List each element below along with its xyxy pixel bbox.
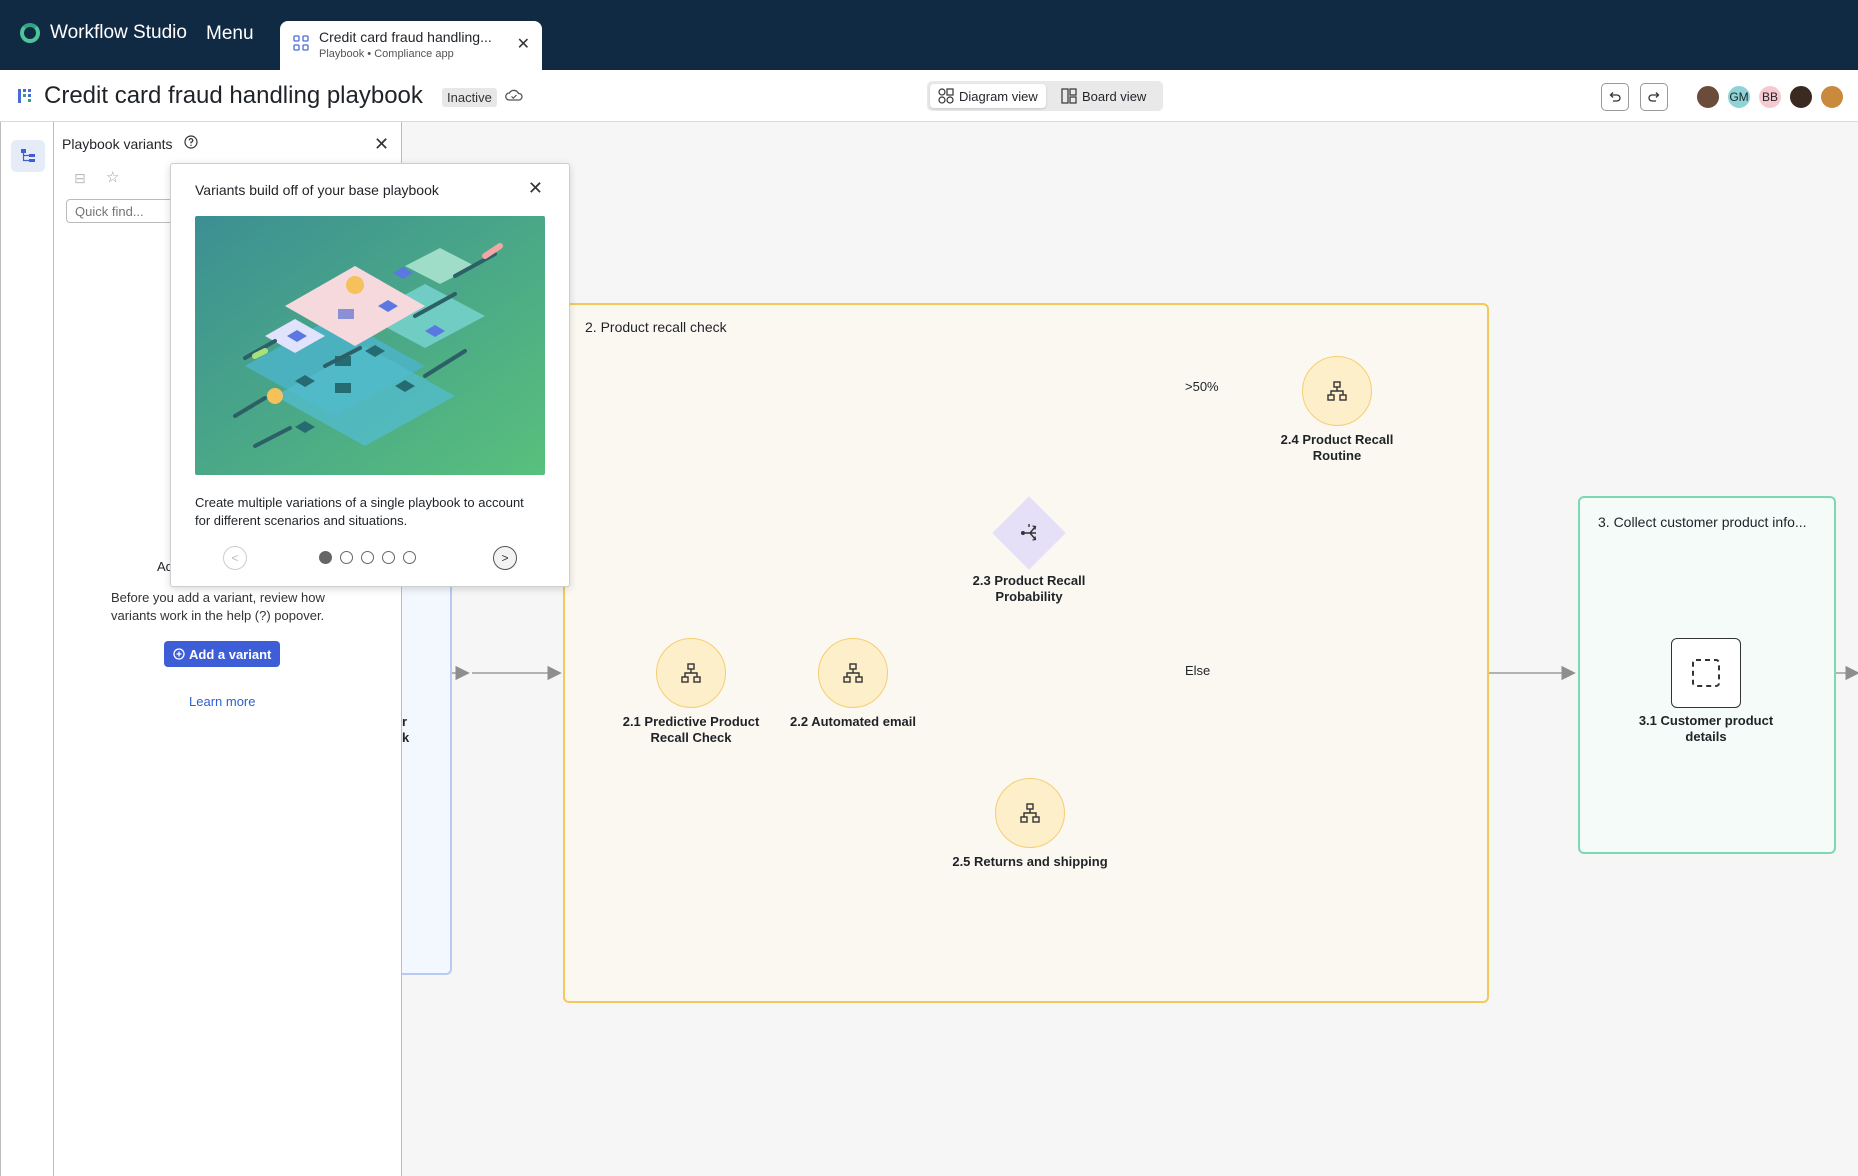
node-2-1-label: 2.1 Predictive Product Recall Check: [622, 714, 760, 745]
close-panel-icon[interactable]: ✕: [374, 134, 389, 155]
diagram-view-icon: [938, 88, 954, 104]
node-2-4-label: 2.4 Product Recall Routine: [1280, 432, 1394, 463]
view-toggle: Diagram view Board view: [927, 81, 1163, 111]
group-previous[interactable]: [402, 522, 452, 975]
subprocess-icon: [843, 663, 863, 683]
avatar[interactable]: BB: [1757, 84, 1783, 110]
empty-state-description: Before you add a variant, review how var…: [111, 590, 325, 623]
add-variant-button[interactable]: Add a variant: [164, 641, 281, 667]
redo-icon: [1648, 92, 1660, 102]
edge-label-high: >50%: [1185, 379, 1219, 394]
node-3-1[interactable]: [1671, 638, 1741, 708]
board-view-button[interactable]: Board view: [1053, 84, 1154, 108]
add-variant-label: Add a variant: [189, 646, 272, 662]
subprocess-icon: [1327, 381, 1347, 401]
star-icon[interactable]: ☆: [106, 168, 119, 186]
undo-button[interactable]: [1601, 83, 1629, 111]
app-brand[interactable]: Workflow Studio: [20, 22, 187, 44]
tab-subtitle: Playbook • Compliance app: [319, 48, 454, 60]
diagram-view-button[interactable]: Diagram view: [930, 84, 1046, 108]
pagination-dot[interactable]: [319, 551, 332, 564]
popover-next-button[interactable]: >: [493, 546, 517, 570]
avatar[interactable]: GM: [1726, 84, 1752, 110]
playbook-tab-icon: [293, 35, 309, 56]
avatar[interactable]: [1695, 84, 1721, 110]
node-2-2[interactable]: [818, 638, 888, 708]
page-title: Credit card fraud handling playbook: [44, 82, 423, 109]
popover-pagination: [319, 551, 416, 564]
variants-rail-button[interactable]: [11, 140, 45, 172]
quick-find-input[interactable]: [66, 199, 186, 223]
redo-button[interactable]: [1640, 83, 1668, 111]
popover-title: Variants build off of your base playbook: [195, 182, 439, 198]
diagram-canvas[interactable]: r k 2. Product recall check 2.1 Predicti…: [402, 122, 1858, 1176]
previous-node-label-2: k: [402, 730, 410, 745]
app-logo-icon: [20, 23, 40, 43]
group-product-recall-label: 2. Product recall check: [585, 319, 727, 335]
tree-icon: [21, 149, 35, 162]
node-2-3-label: 2.3 Product Recall Probability: [972, 573, 1086, 604]
previous-node-label-1: r: [402, 714, 408, 729]
page-header: Credit card fraud handling playbook Inac…: [0, 70, 1858, 122]
group-collect-label: 3. Collect customer product info...: [1598, 514, 1807, 530]
learn-more-link[interactable]: Learn more: [189, 694, 255, 709]
node-2-1[interactable]: [656, 638, 726, 708]
edge-label-else: Else: [1185, 663, 1211, 678]
cloud-sync-icon: [505, 88, 523, 107]
variants-help-popover: Variants build off of your base playbook…: [170, 163, 570, 587]
subprocess-icon: [1020, 803, 1040, 823]
pagination-dot[interactable]: [403, 551, 416, 564]
diagram-view-label: Diagram view: [959, 88, 1038, 104]
node-2-5-label: 2.5 Returns and shipping: [952, 854, 1108, 869]
status-badge: Inactive: [442, 88, 497, 107]
tab-close-icon[interactable]: ✕: [517, 34, 530, 54]
help-icon[interactable]: [184, 135, 198, 154]
subprocess-icon: [681, 663, 701, 683]
hierarchy-icon[interactable]: ⊟: [74, 170, 86, 187]
placeholder-step-icon: [1692, 659, 1720, 687]
node-2-5[interactable]: [995, 778, 1065, 848]
pagination-dot[interactable]: [361, 551, 374, 564]
undo-icon: [1609, 92, 1621, 102]
avatar[interactable]: [1819, 84, 1845, 110]
popover-illustration: [195, 216, 545, 475]
popover-close-icon[interactable]: ✕: [528, 178, 543, 199]
pagination-dot[interactable]: [340, 551, 353, 564]
playbook-icon: [17, 87, 35, 110]
avatar[interactable]: [1788, 84, 1814, 110]
board-view-label: Board view: [1082, 88, 1147, 104]
pagination-dot[interactable]: [382, 551, 395, 564]
left-rail: [0, 122, 54, 1176]
decision-split-icon: [1018, 522, 1040, 549]
app-top-bar: Workflow Studio Menu Credit card fraud h…: [0, 0, 1858, 70]
menu-button[interactable]: Menu: [206, 23, 254, 45]
popover-description: Create multiple variations of a single p…: [195, 495, 524, 528]
node-2-2-label: 2.2 Automated email: [790, 714, 916, 729]
plus-circle-icon: [173, 648, 185, 660]
board-view-icon: [1061, 88, 1077, 104]
node-3-1-label: 3.1 Customer product details: [1638, 713, 1774, 744]
tab-playbook[interactable]: Credit card fraud handling... Playbook •…: [280, 21, 542, 70]
popover-prev-button[interactable]: <: [223, 546, 247, 570]
node-2-4[interactable]: [1302, 356, 1372, 426]
app-name: Workflow Studio: [50, 22, 187, 43]
tab-title: Credit card fraud handling...: [319, 29, 492, 45]
variants-panel-title: Playbook variants: [62, 136, 173, 152]
